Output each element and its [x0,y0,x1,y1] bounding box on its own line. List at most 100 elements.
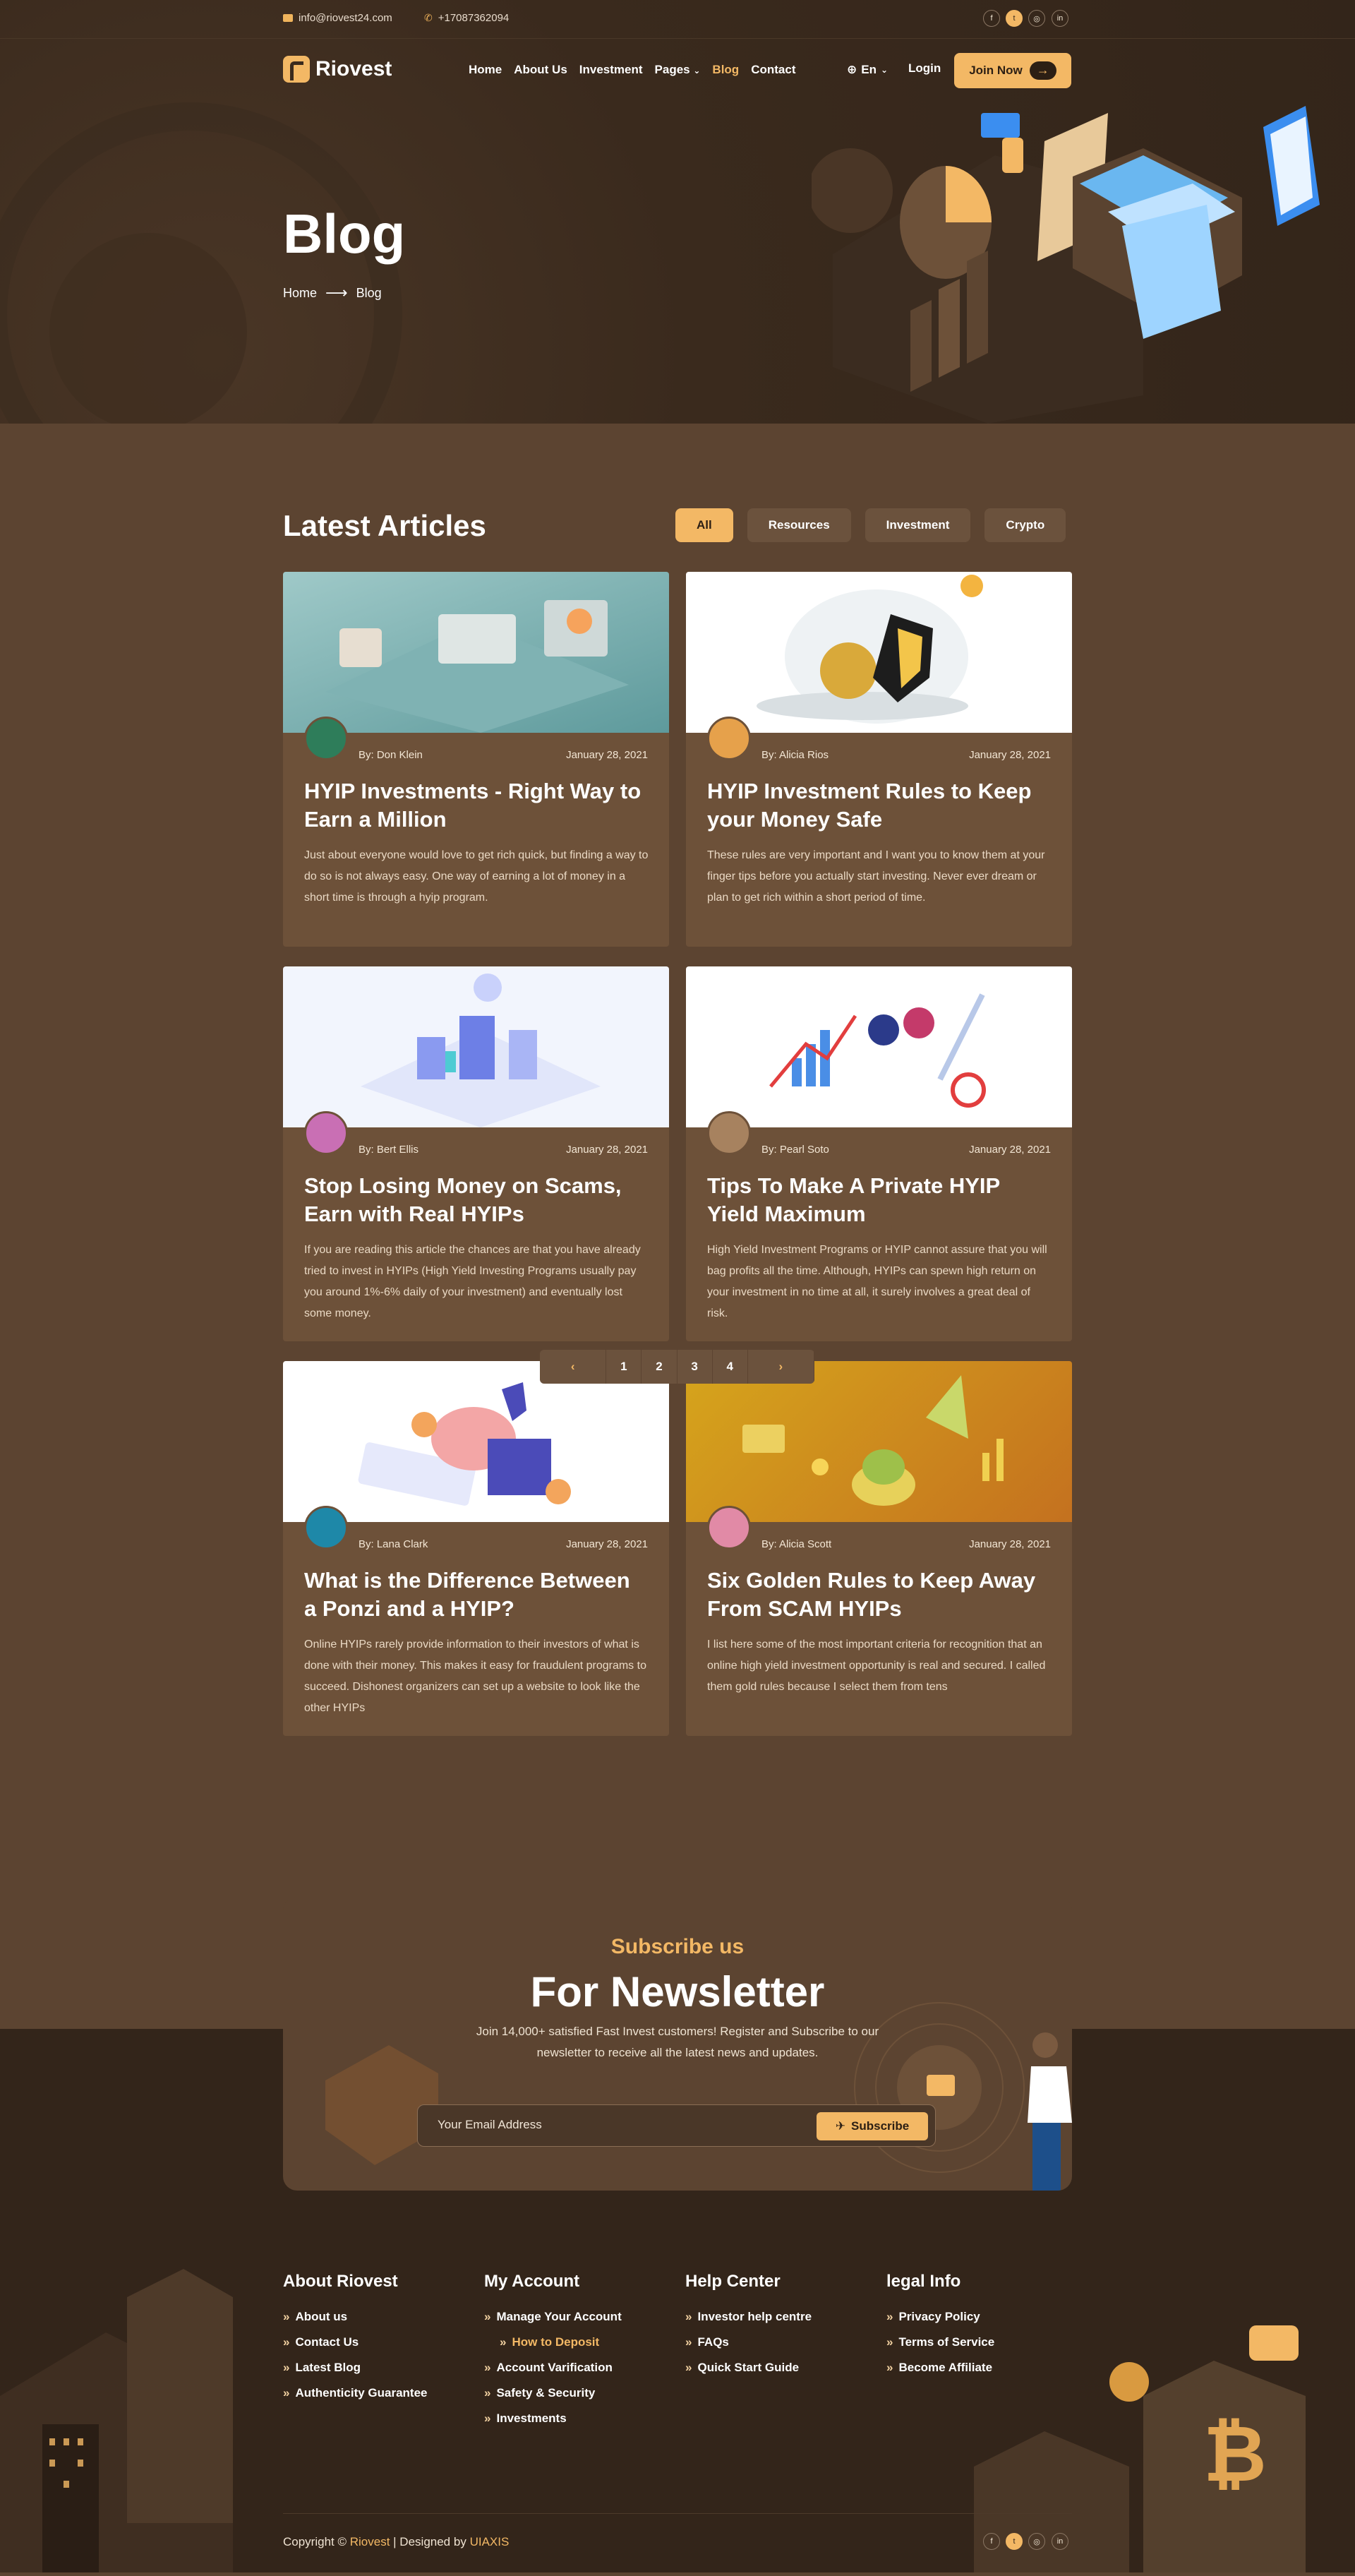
footer-link[interactable]: Authenticity Guarantee [283,2386,427,2400]
article-title[interactable]: Tips To Make A Private HYIP Yield Maximu… [707,1172,1051,1228]
articles-section: Latest Articles All Resources Investment… [0,424,1355,2029]
footer-col-help: Help Center Investor help centre FAQs Qu… [685,2272,812,2386]
email-input[interactable] [438,2118,790,2132]
footer-link[interactable]: About us [283,2310,428,2324]
article-card[interactable]: By: Alicia Rios January 28, 2021 HYIP Inv… [686,572,1072,947]
article-title[interactable]: Six Golden Rules to Keep Away From SCAM … [707,1566,1051,1623]
nav-item-pages[interactable]: Pages ⌄ [655,63,701,77]
avatar [304,1111,348,1155]
article-card[interactable]: By: Bert Ellis January 28, 2021 Stop Losi… [283,966,669,1341]
mail-icon [283,14,293,22]
article-title[interactable]: What is the Difference Between a Ponzi a… [304,1566,648,1623]
nav-item-blog[interactable]: Blog [712,63,739,77]
pagination-page[interactable]: 2 [642,1350,678,1384]
topbar-phone[interactable]: ✆ +17087362094 [424,12,509,24]
designer-link[interactable]: UIAXIS [470,2535,510,2548]
article-card[interactable]: By: Pearl Soto January 28, 2021 Tips To M… [686,966,1072,1341]
article-excerpt: Online HYIPs rarely provide information … [304,1639,646,1714]
footer-heading: About Riovest [283,2272,398,2291]
footer-link[interactable]: Investments [484,2412,622,2426]
instagram-icon[interactable]: ◎ [1028,10,1045,27]
filter-crypto[interactable]: Crypto [984,508,1066,542]
filter-investment[interactable]: Investment [865,508,971,542]
logo[interactable]: Riovest [283,56,392,83]
avatar [707,1111,751,1155]
footer-link[interactable]: Contact Us [283,2335,428,2349]
main-nav: Riovest Home About Us Investment Pages ⌄… [0,53,1355,88]
article-title[interactable]: Stop Losing Money on Scams, Earn with Re… [304,1172,648,1228]
send-icon: ✈ [835,2119,846,2133]
article-image[interactable] [686,1361,1072,1522]
article-author: By: Alicia Rios [761,749,829,761]
nav-item-about[interactable]: About Us [514,63,567,77]
article-image[interactable] [686,966,1072,1127]
footer-link[interactable]: Safety & Security [484,2386,622,2400]
article-author: By: Don Klein [359,749,423,761]
pagination-page[interactable]: 3 [677,1350,713,1384]
section-title: Latest Articles [283,509,486,542]
twitter-icon[interactable]: t [1006,10,1023,27]
subscribe-button[interactable]: ✈ Subscribe [817,2112,928,2140]
linkedin-icon[interactable]: in [1052,10,1068,27]
linkedin-icon[interactable]: in [1052,2533,1068,2550]
article-card[interactable]: By: Alicia Scott January 28, 2021 Six Gol… [686,1361,1072,1736]
pagination-page[interactable]: 1 [606,1350,642,1384]
article-card[interactable]: By: Don Klein January 28, 2021 HYIP Inves… [283,572,669,947]
hero-illustration [812,106,1320,424]
login-link[interactable]: Login [908,61,941,76]
footer-link-active[interactable]: How to Deposit [484,2335,622,2349]
article-image[interactable] [283,572,669,733]
article-excerpt: I list here some of the most important c… [707,1639,1046,1693]
brand-link[interactable]: Riovest [350,2535,390,2548]
article-image[interactable] [686,572,1072,733]
article-image[interactable] [283,966,669,1127]
newsletter-text: Join 14,000+ satisfied Fast Invest custo… [476,2025,879,2059]
article-title[interactable]: HYIP Investment Rules to Keep your Money… [707,777,1051,834]
article-title[interactable]: HYIP Investments - Right Way to Earn a M… [304,777,648,834]
filter-tabs: All Resources Investment Crypto [675,508,1066,542]
breadcrumb-home[interactable]: Home [283,286,317,301]
twitter-icon[interactable]: t [1006,2533,1023,2550]
footer-heading: My Account [484,2272,580,2291]
copyright: Copyright © Riovest | Designed by UIAXIS [283,2535,510,2548]
filter-resources[interactable]: Resources [747,508,851,542]
breadcrumb: Home ⟶ Blog [283,284,382,302]
footer-link[interactable]: Investor help centre [685,2310,812,2324]
newsletter-panel: Subscribe us For Newsletter Join 14,000+… [283,1897,1072,2191]
topbar-email[interactable]: info@riovest24.com [283,12,392,24]
page-title: Blog [283,203,406,265]
article-excerpt: High Yield Investment Programs or HYIP c… [707,1244,1047,1319]
newsletter-subtitle: Subscribe us [610,1935,745,1958]
footer-link[interactable]: Account Varification [484,2361,622,2375]
top-bar: info@riovest24.com ✆ +17087362094 f t ◎ i… [0,0,1355,39]
arrow-right-icon [1029,61,1056,80]
nav-item-home[interactable]: Home [469,63,502,77]
nav-item-contact[interactable]: Contact [751,63,795,77]
pagination-next[interactable]: › [747,1350,814,1384]
join-now-button[interactable]: Join Now [954,53,1071,88]
footer-link[interactable]: Quick Start Guide [685,2361,812,2375]
article-image[interactable] [283,1361,669,1522]
pagination-prev[interactable]: ‹ [540,1350,607,1384]
article-date: January 28, 2021 [969,749,1051,761]
footer-link[interactable]: Terms of Service [886,2335,994,2349]
filter-all[interactable]: All [675,508,733,542]
article-card[interactable]: By: Lana Clark January 28, 2021 What is t… [283,1361,669,1736]
pagination-page[interactable]: 4 [712,1350,748,1384]
article-excerpt: These rules are very important and I wan… [707,849,1045,904]
facebook-icon[interactable]: f [983,2533,1000,2550]
hero-section: info@riovest24.com ✆ +17087362094 f t ◎ i… [0,0,1355,424]
facebook-icon[interactable]: f [983,10,1000,27]
footer-link[interactable]: Privacy Policy [886,2310,994,2324]
nav-menu: Home About Us Investment Pages ⌄ Blog Co… [469,63,795,77]
footer-link[interactable]: Become Affiliate [886,2361,994,2375]
footer-link[interactable]: Latest Blog [283,2361,428,2375]
pagination: ‹ 1 2 3 4 › [540,1350,814,1384]
footer-link[interactable]: Manage Your Account [484,2310,621,2324]
nav-item-investment[interactable]: Investment [579,63,643,77]
footer-link[interactable]: FAQs [685,2335,812,2349]
article-author: By: Bert Ellis [359,1144,419,1156]
language-select[interactable]: ⊕ En ⌄ [847,63,888,77]
breadcrumb-current: Blog [356,285,382,300]
instagram-icon[interactable]: ◎ [1028,2533,1045,2550]
